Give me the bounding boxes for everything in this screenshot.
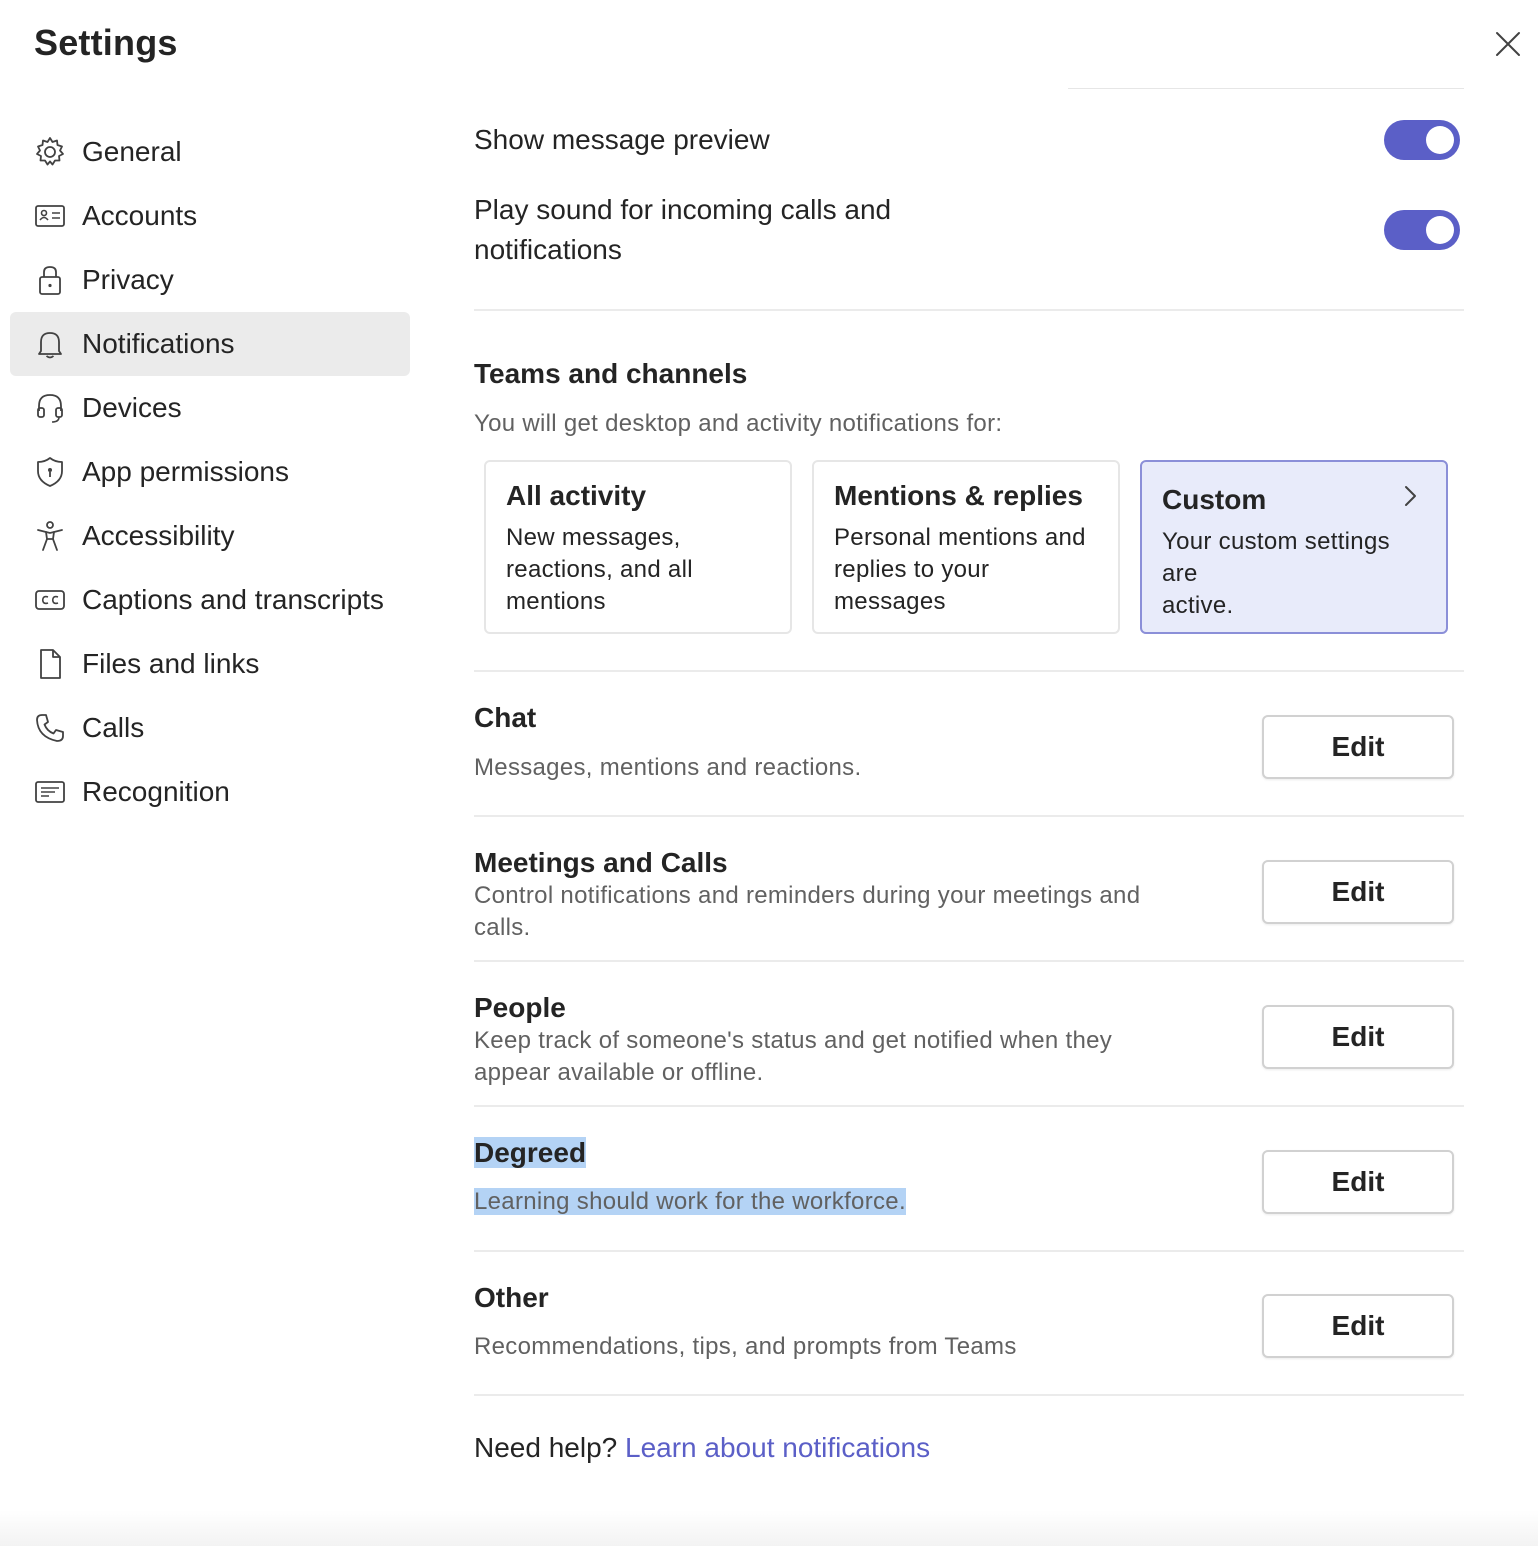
message-preview-label: Show message preview — [474, 124, 770, 155]
sidebar-item-label: General — [82, 136, 182, 167]
toggle-knob — [1426, 216, 1454, 244]
sidebar-item-general[interactable]: General — [10, 120, 410, 184]
divider — [474, 1394, 1464, 1396]
sidebar-item-label: Privacy — [82, 264, 174, 295]
card-title: Custom — [1162, 484, 1267, 515]
id-card-icon — [32, 198, 68, 234]
degreed-description: Learning should work for the workforce. — [474, 1186, 906, 1218]
divider — [474, 670, 1464, 672]
play-sound-toggle[interactable] — [1384, 210, 1460, 250]
card-desc: replies to your messages — [834, 556, 990, 615]
sidebar-item-label: Files and links — [82, 648, 260, 679]
sidebar-item-label: Recognition — [82, 776, 230, 807]
teams-channels-title: Teams and channels — [474, 358, 748, 389]
chat-title: Chat — [474, 702, 537, 733]
divider — [474, 1250, 1464, 1252]
gear-icon — [32, 134, 68, 170]
play-sound-label-line2: notifications — [474, 234, 622, 265]
divider — [1068, 88, 1464, 89]
sidebar-item-label: Accounts — [82, 200, 198, 231]
card-all-activity[interactable]: All activity New messages, reactions, an… — [484, 460, 792, 634]
card-desc: Your custom settings are — [1162, 528, 1390, 587]
divider — [474, 815, 1464, 817]
card-mentions-replies[interactable]: Mentions & replies Personal mentions and… — [812, 460, 1120, 634]
people-title: People — [474, 992, 566, 1023]
sidebar-item-privacy[interactable]: Privacy — [10, 248, 410, 312]
file-icon — [32, 646, 68, 682]
divider — [474, 1105, 1464, 1107]
degreed-edit-button[interactable]: Edit — [1262, 1150, 1454, 1214]
other-description: Recommendations, tips, and prompts from … — [474, 1333, 1017, 1360]
sidebar-item-notifications[interactable]: Notifications — [10, 312, 410, 376]
meetings-description-line2: calls. — [474, 914, 531, 941]
card-desc: mentions — [506, 588, 606, 615]
chat-description: Messages, mentions and reactions. — [474, 754, 862, 781]
close-button[interactable] — [1490, 26, 1526, 62]
sidebar-item-label: Devices — [82, 392, 182, 423]
sidebar-item-files-links[interactable]: Files and links — [10, 632, 410, 696]
divider — [474, 960, 1464, 962]
people-edit-button[interactable]: Edit — [1262, 1005, 1454, 1069]
sidebar-item-captions[interactable]: Captions and transcripts — [10, 568, 410, 632]
card-desc: Personal mentions and — [834, 524, 1086, 551]
card-title: All activity — [506, 480, 647, 511]
sidebar-item-label: Notifications — [82, 328, 235, 359]
sidebar-item-label: Calls — [82, 712, 145, 743]
sidebar-item-accessibility[interactable]: Accessibility — [10, 504, 410, 568]
message-preview-toggle[interactable] — [1384, 120, 1460, 160]
shield-icon — [32, 454, 68, 490]
other-edit-button[interactable]: Edit — [1262, 1294, 1454, 1358]
help-text: Need help? Learn about notifications — [474, 1432, 930, 1464]
sidebar-item-label: Accessibility — [82, 520, 235, 551]
sidebar-item-app-permissions[interactable]: App permissions — [10, 440, 410, 504]
sidebar-item-label: Captions and transcripts — [82, 584, 384, 615]
headset-icon — [32, 390, 68, 426]
learn-about-notifications-link[interactable]: Learn about notifications — [625, 1432, 930, 1463]
lock-icon — [32, 262, 68, 298]
selected-text: Degreed — [474, 1137, 587, 1168]
divider — [474, 309, 1464, 311]
accessibility-icon — [32, 518, 68, 554]
message-preview-row: Show message preview — [474, 120, 1464, 160]
card-custom[interactable]: Custom Your custom settings are active. — [1140, 460, 1448, 634]
meetings-title: Meetings and Calls — [474, 847, 728, 878]
settings-sidebar: General Accounts Privacy Notifications D… — [10, 120, 410, 824]
card-desc: reactions, and all — [506, 556, 693, 583]
chevron-right-icon — [1405, 486, 1416, 506]
recognition-icon — [32, 774, 68, 810]
page-title: Settings — [34, 22, 178, 63]
notification-level-cards: All activity New messages, reactions, an… — [484, 460, 1454, 638]
play-sound-row: Play sound for incoming calls and notifi… — [474, 190, 1464, 270]
teams-channels-description: You will get desktop and activity notifi… — [474, 410, 1003, 437]
degreed-title: Degreed — [474, 1137, 587, 1169]
card-title: Mentions & replies — [834, 480, 1083, 511]
cc-icon — [32, 582, 68, 618]
card-desc: New messages, — [506, 524, 681, 551]
bottom-edge — [0, 1510, 1538, 1546]
selected-text: Learning should work for the workforce. — [474, 1188, 906, 1215]
play-sound-label-line1: Play sound for incoming calls and — [474, 194, 892, 225]
help-prefix: Need help? — [474, 1432, 618, 1463]
toggle-knob — [1426, 126, 1454, 154]
other-title: Other — [474, 1282, 549, 1313]
sidebar-item-recognition[interactable]: Recognition — [10, 760, 410, 824]
people-description-line2: appear available or offline. — [474, 1059, 764, 1086]
sidebar-item-calls[interactable]: Calls — [10, 696, 410, 760]
people-description-line1: Keep track of someone's status and get n… — [474, 1027, 1113, 1054]
sidebar-item-devices[interactable]: Devices — [10, 376, 410, 440]
meetings-description-line1: Control notifications and reminders duri… — [474, 882, 1141, 909]
sidebar-item-label: App permissions — [82, 456, 289, 487]
sidebar-item-accounts[interactable]: Accounts — [10, 184, 410, 248]
meetings-edit-button[interactable]: Edit — [1262, 860, 1454, 924]
card-desc: active. — [1162, 592, 1234, 619]
bell-icon — [32, 326, 68, 362]
phone-icon — [32, 710, 68, 746]
chat-edit-button[interactable]: Edit — [1262, 715, 1454, 779]
close-icon — [1496, 32, 1520, 56]
